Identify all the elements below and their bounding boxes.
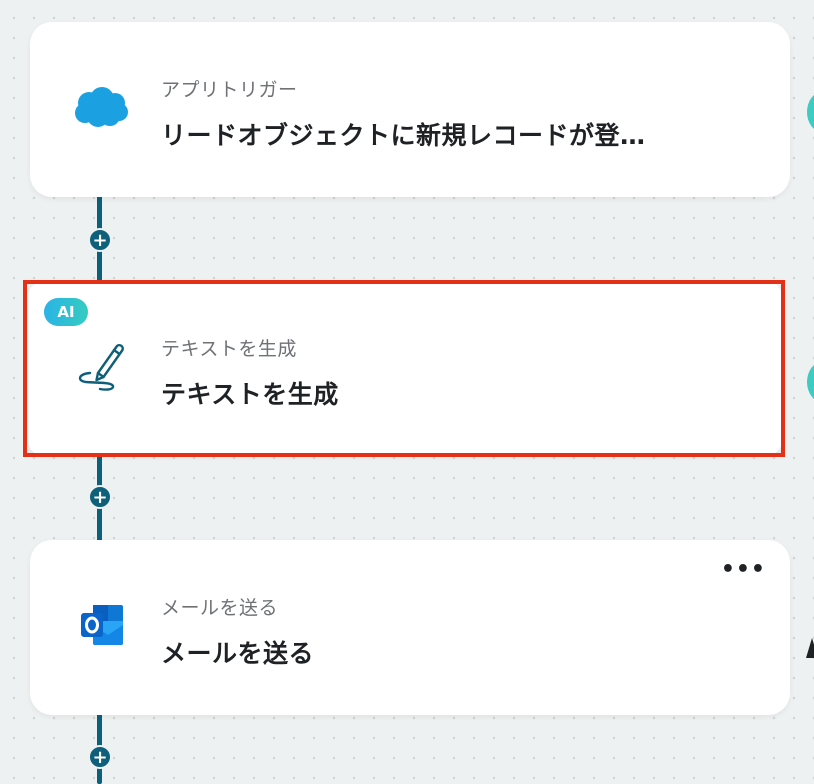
side-status-dot [807,362,814,402]
side-warning-icon [806,638,814,658]
salesforce-cloud-icon [72,82,132,132]
side-status-dot [807,92,814,132]
send-mail-step-card[interactable]: ••• メールを送る メールを送る [30,540,790,715]
add-step-button[interactable]: + [88,485,112,509]
step-type-label: アプリトリガー [161,79,298,101]
trigger-step-card[interactable]: アプリトリガー リードオブジェクトに新規レコードが登… [30,22,790,197]
generate-text-step-card[interactable]: AI テキストを生成 テキストを生成 [28,282,782,455]
add-step-button[interactable]: + [88,228,112,252]
step-title: メールを送る [161,639,315,668]
add-step-button[interactable]: + [88,745,112,769]
outlook-icon [72,600,132,650]
more-options-icon[interactable]: ••• [721,559,766,581]
ai-badge: AI [44,298,88,326]
step-type-label: メールを送る [161,597,279,619]
step-title: テキストを生成 [161,380,339,409]
step-title: リードオブジェクトに新規レコードが登… [161,121,646,150]
step-type-label: テキストを生成 [161,338,297,360]
pen-scribble-icon [70,340,130,391]
